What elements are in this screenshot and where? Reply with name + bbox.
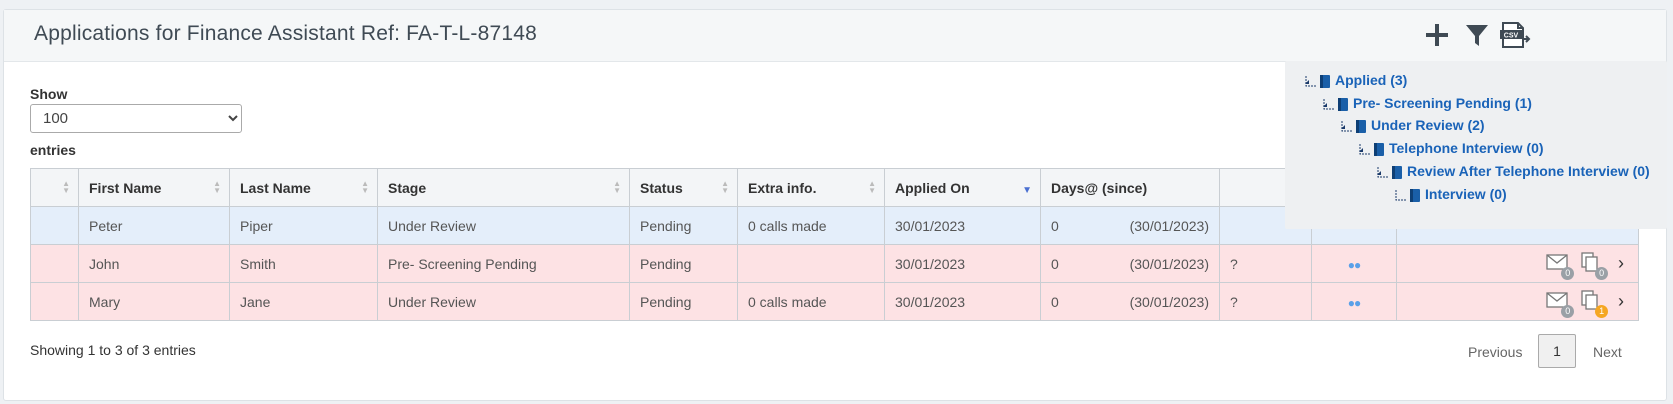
sort-descending-icon: ▼ [1022,185,1032,196]
tree-connector-icon [1393,189,1407,201]
dots-cell: ●● [1311,244,1397,283]
sort-icon: ▲ ▼ [721,179,729,195]
column-header-stage[interactable]: Stage ▲ ▼ [377,168,630,207]
documents-icon[interactable]: 0 [1580,251,1609,280]
applied-on-cell: 30/01/2023 [884,282,1041,321]
question-cell: ? [1219,244,1312,283]
column-header-first-name[interactable]: First Name ▲ ▼ [78,168,230,207]
sort-icon: ▲ ▼ [361,179,369,195]
stage-tree-panel: Applied (3) Pre- Screening Pending (1) U… [1285,61,1667,229]
extra-info-cell [737,244,885,283]
actions-cell: 0 0 › [1396,244,1639,283]
extra-info-cell: 0 calls made [737,206,885,245]
document-count-badge: 1 [1595,304,1609,318]
dots-cell: ●● [1311,282,1397,321]
pagination-next[interactable]: Next [1593,344,1622,360]
column-header-last-name[interactable]: Last Name ▲ ▼ [229,168,378,207]
last-name-cell: Piper [229,206,378,245]
row-select-cell[interactable] [30,282,79,321]
documents-icon[interactable]: 1 [1580,289,1609,318]
plus-icon[interactable] [1422,20,1452,50]
sort-icon: ▲ ▼ [613,179,621,195]
chevron-right-icon[interactable]: › [1614,253,1628,274]
status-cell: Pending [629,282,738,321]
pagination-page-1[interactable]: 1 [1538,334,1576,368]
tree-item-telephone-interview[interactable]: Telephone Interview (0) [1357,140,1544,160]
column-header-extra-info[interactable]: Extra info. ▲ ▼ [737,168,885,207]
status-cell: Pending [629,206,738,245]
column-header-applied-on[interactable]: Applied On ▼ [884,168,1041,207]
tree-connector-icon [1375,166,1389,178]
stage-cell: Under Review [377,206,630,245]
actions-cell: 0 1 › [1396,282,1639,321]
tree-connector-icon [1357,143,1371,155]
sort-icon: ▲ ▼ [868,179,876,195]
tree-item-applied[interactable]: Applied (3) [1303,72,1407,92]
tree-item-interview[interactable]: Interview (0) [1393,186,1507,206]
table-row[interactable]: John Smith Pre- Screening Pending Pendin… [30,244,1639,283]
last-name-cell: Jane [229,282,378,321]
book-icon [1373,142,1385,157]
tree-item-pre-screening-pending[interactable]: Pre- Screening Pending (1) [1321,95,1532,115]
email-count-badge: 0 [1561,304,1575,318]
show-label: Show [30,86,68,102]
table-info: Showing 1 to 3 of 3 entries [30,342,196,358]
column-header-status[interactable]: Status ▲ ▼ [629,168,738,207]
filter-icon[interactable] [1462,20,1492,50]
days-since-cell: 0 (30/01/2023) [1040,244,1220,283]
entries-label: entries [30,142,76,158]
email-count-badge: 0 [1561,266,1575,280]
tree-connector-icon [1339,120,1353,132]
tree-connector-icon [1321,98,1335,110]
pagination-previous[interactable]: Previous [1468,344,1522,360]
book-icon [1409,188,1421,203]
column-header-days-since[interactable]: Days@ (since) [1040,168,1220,207]
days-since-cell: 0 (30/01/2023) [1040,282,1220,321]
applied-on-cell: 30/01/2023 [884,206,1041,245]
stage-cell: Under Review [377,282,630,321]
tree-item-review-after-telephone-interview[interactable]: Review After Telephone Interview (0) [1375,163,1650,183]
dots-icon[interactable]: ●● [1348,258,1361,272]
stage-cell: Pre- Screening Pending [377,244,630,283]
row-select-cell[interactable] [30,206,79,245]
email-icon[interactable]: 0 [1546,290,1575,318]
row-select-cell[interactable] [30,244,79,283]
first-name-cell: John [78,244,230,283]
book-icon [1355,119,1367,134]
tree-connector-icon [1303,75,1317,87]
last-name-cell: Smith [229,244,378,283]
first-name-cell: Mary [78,282,230,321]
tree-item-under-review[interactable]: Under Review (2) [1339,117,1485,137]
extra-info-cell: 0 calls made [737,282,885,321]
question-cell: ? [1219,282,1312,321]
column-header-select[interactable]: ▲ ▼ [30,168,79,207]
entries-per-page-select[interactable]: 100 [30,104,242,133]
sort-icon: ▲ ▼ [213,179,221,195]
book-icon [1319,74,1331,89]
table-row[interactable]: Mary Jane Under Review Pending 0 calls m… [30,282,1639,321]
status-cell: Pending [629,244,738,283]
first-name-cell: Peter [78,206,230,245]
book-icon [1391,165,1403,180]
csv-icon[interactable]: CSV [1498,20,1531,50]
dots-icon[interactable]: ●● [1348,296,1361,310]
page-title: Applications for Finance Assistant Ref: … [34,22,537,45]
email-icon[interactable]: 0 [1546,252,1575,280]
sort-icon: ▲ ▼ [62,179,70,195]
book-icon [1337,97,1349,112]
chevron-right-icon[interactable]: › [1614,291,1628,312]
applied-on-cell: 30/01/2023 [884,244,1041,283]
panel-header: Applications for Finance Assistant Ref: … [4,10,1666,62]
document-count-badge: 0 [1595,266,1609,280]
svg-text:CSV: CSV [1504,33,1519,40]
days-since-cell: 0 (30/01/2023) [1040,206,1220,245]
